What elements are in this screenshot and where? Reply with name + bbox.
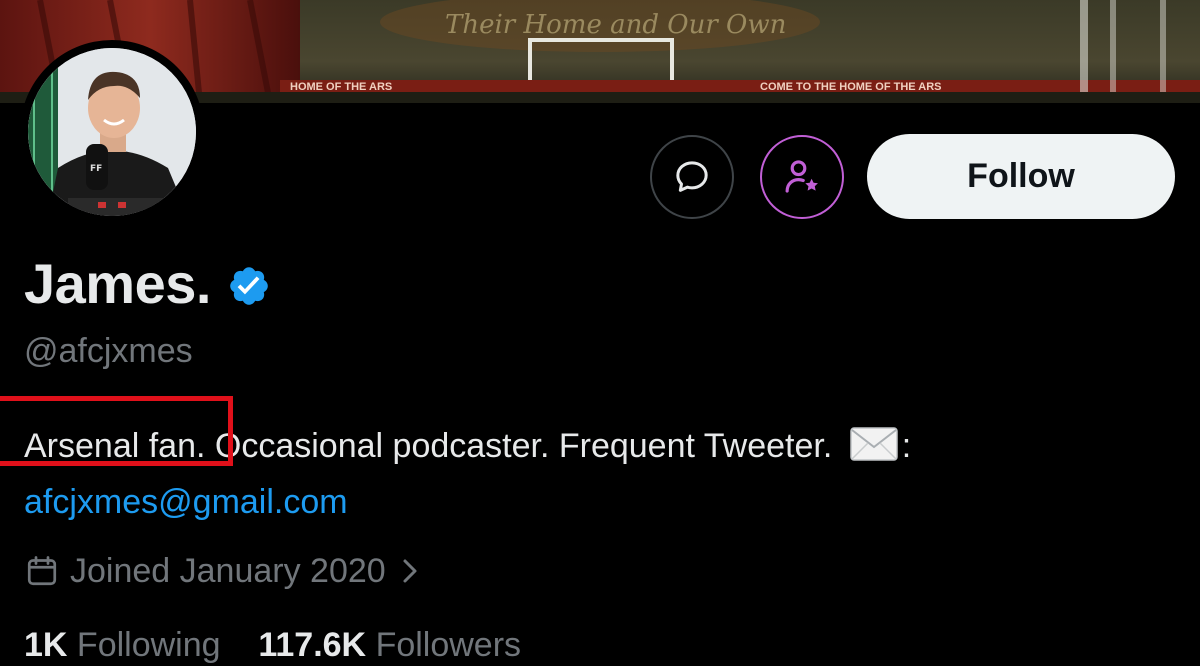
followers-stat[interactable]: 117.6K Followers [258, 626, 521, 664]
follow-stats: 1K Following 117.6K Followers [24, 624, 521, 666]
bio-text: . Occasional podcaster. Frequent Tweeter… [196, 427, 842, 465]
joined-date-row[interactable]: Joined January 2020 [24, 550, 430, 592]
calendar-icon [27, 556, 57, 586]
banner-ad-text-right: COME TO THE HOME OF THE ARS [760, 81, 942, 93]
banner-tifo-text: Their Home and Our Own [445, 10, 787, 40]
svg-text:FF: FF [90, 164, 102, 174]
bio-email-link[interactable]: afcjxmes@gmail.com [24, 483, 348, 521]
envelope-emoji [849, 427, 898, 461]
display-name-row: James. [24, 254, 271, 314]
followers-count: 117.6K [258, 626, 367, 664]
followers-label: Followers [375, 626, 522, 664]
bio-colon: : [901, 427, 912, 465]
joined-date: Joined January 2020 [70, 552, 386, 590]
avatar-photo: FF [28, 48, 196, 216]
follow-button[interactable]: Follow [867, 134, 1175, 219]
avatar-photo-image: FF [28, 48, 196, 216]
banner-ad-text-left: HOME OF THE ARS [290, 81, 393, 93]
chevron-right-icon [403, 559, 417, 583]
highlight-annotation-box [0, 396, 233, 466]
display-name: James. [24, 252, 211, 315]
follow-button-label: Follow [967, 157, 1075, 195]
user-handle: @afcjxmes [24, 332, 193, 370]
following-stat[interactable]: 1K Following [24, 626, 221, 664]
subscribe-person-star-icon [785, 160, 818, 193]
following-label: Following [76, 626, 221, 664]
avatar[interactable]: FF [20, 40, 204, 224]
verified-badge-icon[interactable] [227, 264, 271, 308]
message-button[interactable] [650, 135, 734, 219]
following-count: 1K [24, 626, 68, 664]
message-icon [676, 161, 708, 192]
subscribe-button[interactable] [760, 135, 844, 219]
